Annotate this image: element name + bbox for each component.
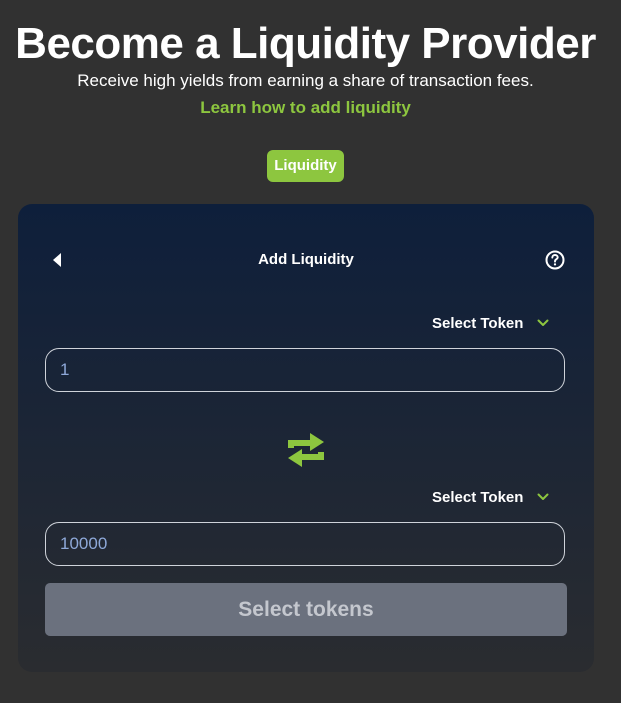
swap-arrows-icon[interactable] [280,428,332,472]
card-header: Add Liquidity [18,248,594,272]
chevron-down-icon [537,319,549,326]
question-circle-icon[interactable] [545,250,565,270]
add-liquidity-card: Add Liquidity Select Token Select Token [18,204,594,672]
card-title: Add Liquidity [258,251,354,268]
select-token-label: Select Token [432,314,524,332]
first-amount-input[interactable] [45,348,565,392]
select-token-second[interactable]: Select Token [432,485,549,509]
tab-liquidity[interactable]: Liquidity [267,150,344,182]
page-subtitle: Receive high yields from earning a share… [77,71,534,90]
page-title: Become a Liquidity Provider [15,19,596,68]
select-token-label: Select Token [432,488,524,506]
select-tokens-button[interactable]: Select tokens [45,583,567,636]
page: Become a Liquidity Provider Receive high… [0,0,621,703]
chevron-down-icon [537,493,549,500]
select-token-first[interactable]: Select Token [432,311,549,335]
second-amount-input[interactable] [45,522,565,566]
learn-liquidity-link[interactable]: Learn how to add liquidity [0,97,611,119]
